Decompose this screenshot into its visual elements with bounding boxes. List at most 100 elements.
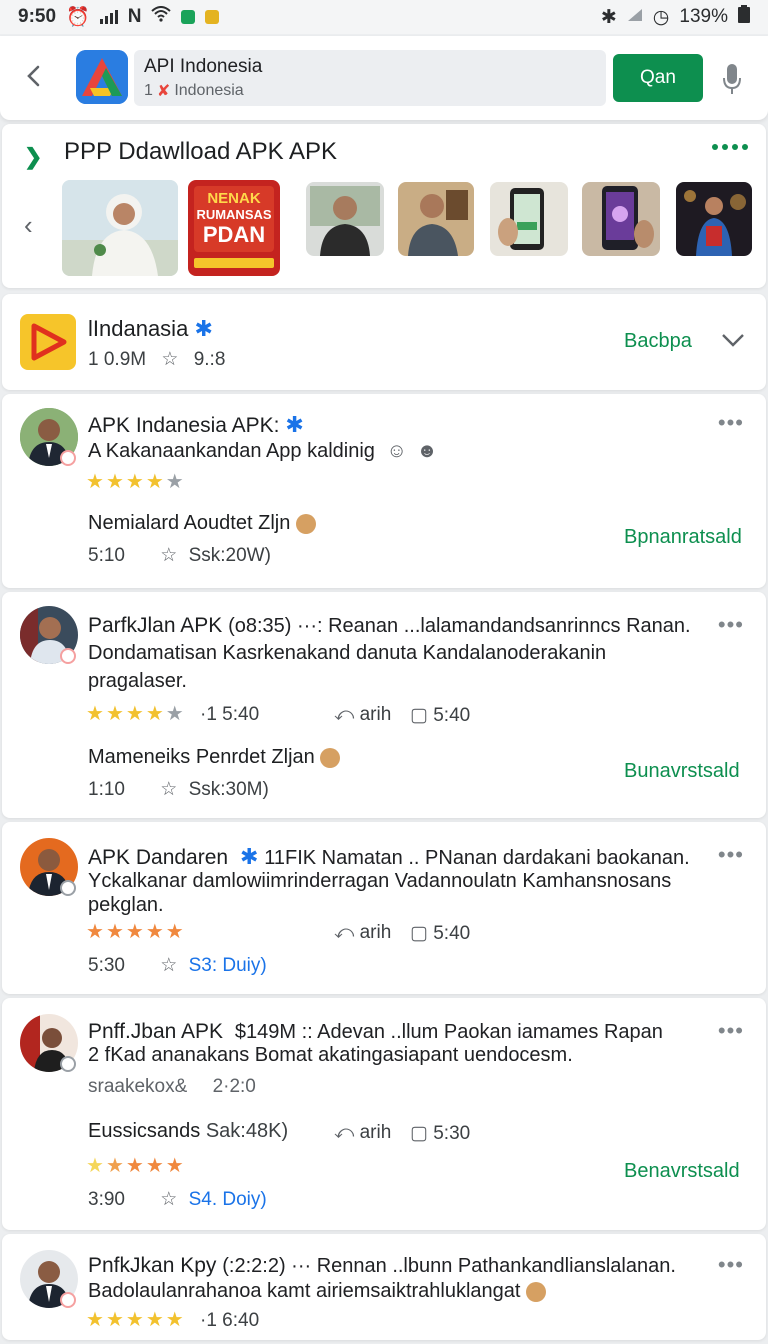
chevron-right-icon[interactable]: ❯ (24, 144, 42, 170)
star-outline-icon: ☆ (160, 545, 178, 566)
signal-triangle-icon (627, 6, 643, 28)
promo-thumb-3[interactable] (306, 182, 384, 256)
sub-time: 1:10 (88, 779, 125, 800)
review-action-link[interactable]: Benavrstsald (624, 1160, 740, 1183)
review-author: PnfkJkan Kpy (:2:2:2) ··· Rennan ..lbunn… (88, 1254, 676, 1278)
rating-stars: ★ ★ ★ ★ ★ (86, 703, 184, 725)
review-text-line-3: sraakekox& 2·2:0 (88, 1076, 256, 1098)
tag-icon: ✘ (156, 83, 171, 100)
star-outline-icon: ☆ (160, 1189, 178, 1210)
more-icon[interactable]: ••• (718, 612, 744, 638)
search-subtitle: 1 ✘ Indonesia (144, 81, 596, 101)
review-text-line-3: pragalaser. (88, 670, 187, 692)
sub-meta: 5:30 ☆ S3: Duiy) (88, 954, 267, 977)
battery-percent: 139% (679, 6, 728, 27)
review-card: APK Dandaren ✱ 11FIK Namatan .. PNanan d… (2, 822, 766, 994)
emoji-icon: ☺ (386, 440, 407, 462)
promo-banner-line-2: RUMANSAS (196, 207, 272, 222)
review-text: A Kakanaankandan App kaldinig ☺ ☻ (88, 440, 438, 463)
app-logo[interactable] (76, 50, 128, 104)
promo-section: ❯ PPP Ddawlload APK APK ‹ NENAK RUMANSAS… (2, 124, 766, 288)
rating-meta: ·1 5:40 (200, 704, 260, 725)
more-icon[interactable]: ••• (718, 842, 744, 868)
verified-icon: ✱ (285, 412, 304, 437)
review-header-extra: (o8:35) ···: Reanan ...lalamandandsanrin… (228, 615, 691, 637)
rating-stars: ★ ★ ★ ★ ★ (86, 921, 184, 943)
comment-action[interactable]: ▢ 5:40 (410, 704, 470, 727)
reply-icon: ⤺ (334, 1122, 355, 1143)
more-dots-icon[interactable] (712, 144, 748, 150)
search-input[interactable]: API Indonesia 1 ✘ Indonesia (134, 50, 606, 106)
review-author-name: APK Dandaren (88, 846, 229, 869)
review-author-name: Pnff.Jban APK (88, 1020, 224, 1043)
sub-title-meta: Sak:48K) (205, 1120, 289, 1142)
comment-time: 5:40 (433, 705, 471, 726)
reply-action[interactable]: ⤺ arih (334, 704, 391, 726)
bluetooth-icon: ✱ (600, 6, 617, 28)
more-icon[interactable]: ••• (718, 410, 744, 436)
promo-thumb-4[interactable] (398, 182, 474, 256)
signal-icon (99, 10, 118, 24)
promo-thumb-5[interactable] (490, 182, 568, 256)
comment-icon: ▢ (410, 1123, 428, 1144)
review-card: PnfkJkan Kpy (:2:2:2) ··· Rennan ..lbunn… (2, 1234, 766, 1340)
review-author: ParfkJlan APK (o8:35) ···: Reanan ...lal… (88, 614, 691, 638)
review-action-link[interactable]: Bunavrstsald (624, 760, 740, 783)
review-author-name: ParfkJlan APK (88, 614, 223, 637)
review-author-name: PnfkJkan Kpy (88, 1254, 217, 1277)
comment-action[interactable]: ▢ 5:30 (410, 1122, 470, 1145)
rating-stars: ★ ★ ★ ★ ★ (86, 1309, 184, 1331)
review-action-link[interactable]: Bpnanratsald (624, 526, 742, 549)
review-header-extra: 11FIK Namatan .. PNanan dardakani baokan… (264, 847, 690, 869)
promo-thumb-6[interactable] (582, 182, 660, 256)
review-author-name: APK Indanesia APK: (88, 414, 280, 437)
sub-size[interactable]: S3: Duiy) (189, 955, 267, 976)
promo-thumb-7[interactable] (676, 182, 752, 256)
promo-banner-line-1: NENAK (207, 190, 261, 207)
avatar-badge-icon (60, 450, 76, 466)
reply-label: arih (359, 922, 392, 943)
more-icon[interactable]: ••• (718, 1252, 744, 1278)
back-arrow-icon (27, 65, 40, 87)
review-text-line-2: 2 fKad ananakans Bomat akatingasiapant u… (88, 1044, 573, 1066)
review-card: APK Indanesia APK: ✱ ••• A Kakanaankanda… (2, 394, 766, 588)
status-time: 9:50 (18, 6, 57, 27)
chevron-down-icon[interactable] (720, 332, 746, 353)
review-card: Pnff.Jban APK $149M :: Adevan ..llum Pao… (2, 998, 766, 1230)
search-header: API Indonesia 1 ✘ Indonesia Qan (0, 36, 768, 120)
review-author: APK Indanesia APK: ✱ (88, 412, 304, 438)
back-button[interactable] (20, 62, 48, 90)
reply-icon: ⤺ (334, 704, 355, 725)
promo-title: PPP Ddawlload APK APK (64, 138, 338, 165)
sub-meta: 1:10 ☆ Ssk:30M) (88, 778, 269, 801)
review-author: Pnff.Jban APK $149M :: Adevan ..llum Pao… (88, 1020, 663, 1044)
notification-app-icon-2 (205, 10, 220, 24)
comment-action[interactable]: ▢ 5:40 (410, 922, 470, 945)
app-listing[interactable]: lIndanasia ✱ 1 0.9M ☆ 9.:8 Bacbpa (2, 294, 766, 390)
avatar-badge-icon (60, 1292, 76, 1308)
review-text-line-3: pekglan. (88, 894, 164, 916)
app-rating: 9.:8 (193, 349, 226, 370)
review-header-extra: (:2:2:2) ··· Rennan ..lbunn Pathankandli… (222, 1255, 676, 1277)
app-meta: 1 0.9M ☆ 9.:8 (88, 348, 225, 371)
reply-label: arih (359, 704, 392, 725)
app-title-text: lIndanasia (88, 316, 189, 341)
reply-action[interactable]: ⤺ arih (334, 922, 391, 944)
promo-banner[interactable]: NENAK RUMANSAS PDAN (188, 180, 280, 276)
sub-size: Ssk:20W) (188, 545, 271, 566)
more-icon[interactable]: ••• (718, 1018, 744, 1044)
nfc-icon: N (127, 6, 142, 27)
app-action-link[interactable]: Bacbpa (624, 330, 692, 353)
sub-size[interactable]: S4. Doiy) (189, 1189, 267, 1210)
promo-thumb-1[interactable] (62, 180, 178, 276)
review-text-line-2: Dondamatisan Kasrkenakand danuta Kandala… (88, 642, 607, 664)
review-text-line-2: Badolaulanrahanoa kamt airiemsaiktrahluk… (88, 1280, 547, 1303)
reply-action[interactable]: ⤺ arih (334, 1122, 391, 1144)
sub-title: Mameneiks Penrdet Zljan (88, 746, 341, 769)
sub-time: 5:10 (88, 545, 125, 566)
review-text-content: A Kakanaankandan App kaldinig (88, 440, 375, 462)
search-button[interactable]: Qan (613, 54, 703, 102)
carousel-prev-icon[interactable]: ‹ (24, 210, 33, 241)
mic-icon[interactable] (722, 62, 742, 96)
user-thumb-icon (526, 1281, 547, 1302)
